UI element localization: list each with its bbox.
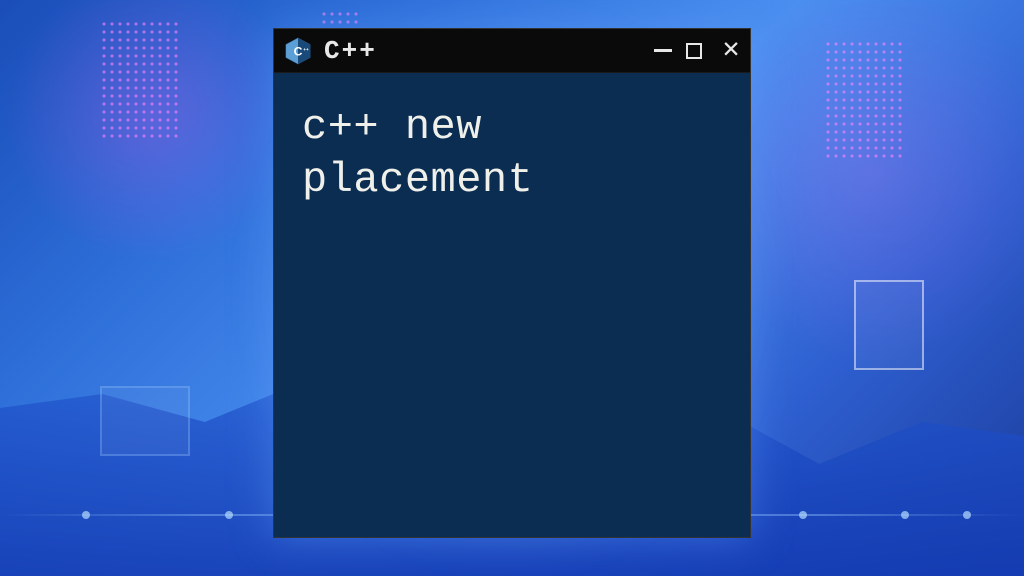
minimize-button[interactable]	[652, 49, 674, 52]
svg-text:C: C	[294, 44, 303, 58]
svg-text:+: +	[306, 47, 309, 52]
cpp-icon: C + +	[282, 35, 314, 67]
terminal-body[interactable]: c++ new placement	[274, 73, 750, 537]
close-button[interactable]: ✕	[720, 37, 742, 65]
maximize-button[interactable]	[686, 43, 708, 59]
window-title: C++	[324, 36, 652, 66]
terminal-content: c++ new placement	[302, 101, 722, 206]
terminal-window: C + + C++ ✕ c++ new placement	[273, 28, 751, 538]
window-titlebar[interactable]: C + + C++ ✕	[274, 29, 750, 73]
window-controls: ✕	[652, 37, 742, 65]
